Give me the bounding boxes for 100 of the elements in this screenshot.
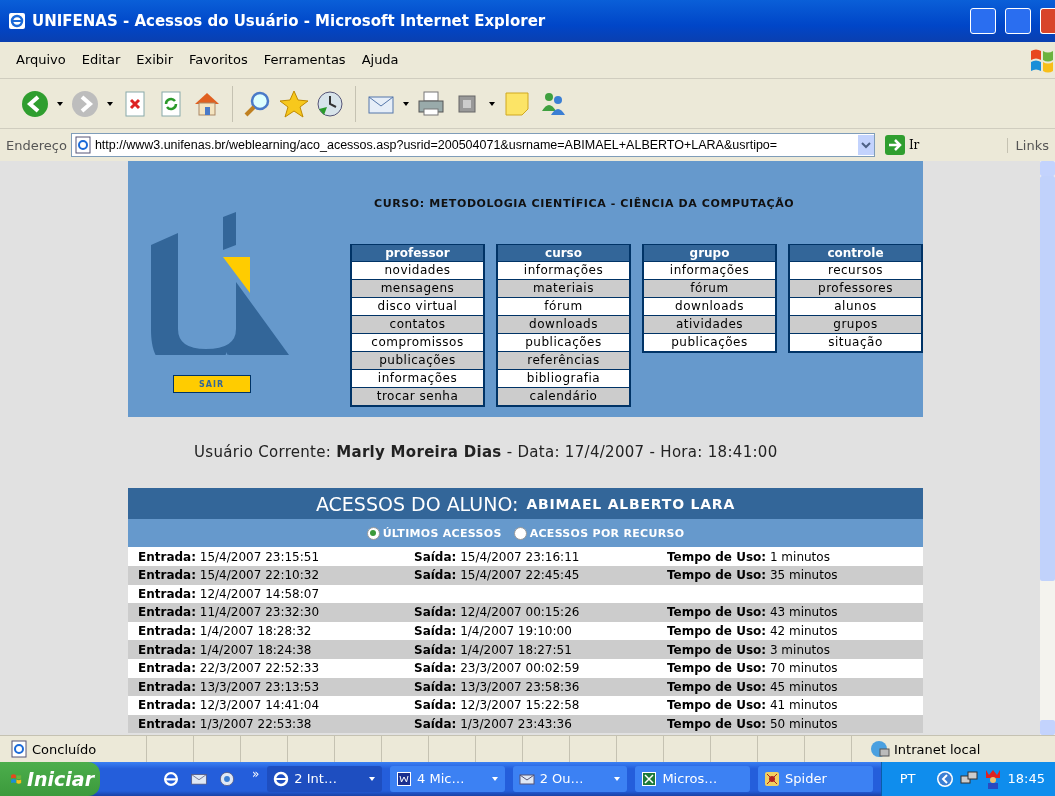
menu-link[interactable]: professores xyxy=(790,280,921,298)
menu-link[interactable]: informações xyxy=(498,262,629,280)
taskbar-button[interactable]: Micros… xyxy=(635,766,751,792)
more-button[interactable]: » xyxy=(252,767,260,781)
caret-icon[interactable] xyxy=(56,100,64,107)
exit-button[interactable]: SAIR xyxy=(172,375,251,394)
menu-link[interactable]: contatos xyxy=(352,316,483,334)
menu-item[interactable]: Favoritos xyxy=(181,52,256,68)
menu-link[interactable]: fórum xyxy=(498,298,629,316)
menu-link[interactable]: bibliografia xyxy=(498,370,629,388)
menu-item[interactable]: Ajuda xyxy=(353,52,407,68)
menu-link[interactable]: trocar senha xyxy=(352,388,483,406)
table-cell-text: Tempo de Uso: 3 minutos xyxy=(667,642,831,657)
scrollbar[interactable] xyxy=(1040,161,1055,736)
address-label: Endereço xyxy=(6,137,67,153)
caret-icon[interactable] xyxy=(106,100,114,107)
menu-link[interactable]: referências xyxy=(498,352,629,370)
table-cell-text: Entrada: 15/4/2007 23:15:51 xyxy=(138,549,321,564)
student-name: ABIMAEL ALBERTO LARA xyxy=(526,495,736,512)
word-icon xyxy=(396,771,413,787)
table-cell-text: Tempo de Uso: 50 minutos xyxy=(667,717,839,731)
status-text: Concluído xyxy=(32,741,97,757)
menu-link[interactable]: informações xyxy=(644,262,775,280)
browser-icon xyxy=(273,771,290,787)
menu-link[interactable]: atividades xyxy=(644,316,775,334)
table-cell-text: Entrada: 1/4/2007 18:28:32 xyxy=(138,624,313,639)
table-cell-text: Saída: 1/3/2007 23:43:36 xyxy=(414,717,573,731)
caret-icon[interactable] xyxy=(402,100,410,107)
menu-link[interactable]: publicações xyxy=(352,352,483,370)
table-cell-text: Entrada: 1/4/2007 18:24:38 xyxy=(138,642,313,657)
menu-link[interactable]: situação xyxy=(790,334,921,352)
menu-link[interactable]: calendário xyxy=(498,388,629,406)
table-cell-text: Entrada: 15/4/2007 22:10:32 xyxy=(138,568,321,583)
table-cell-text: Tempo de Uso: 70 minutos xyxy=(667,661,839,676)
table-cell-text: Saída: 1/4/2007 18:27:51 xyxy=(414,642,573,657)
address-field[interactable]: http://www3.unifenas.br/weblearning/aco_acessos.asp?usrid=200504071&usrname=ABIMAEL+ALBERTO+LARA&usrtipo= xyxy=(70,133,875,158)
table-cell-text: Saída: 15/4/2007 23:16:11 xyxy=(414,549,581,564)
back-icon[interactable] xyxy=(20,88,50,119)
table-cell-text: Tempo de Uso: 35 minutos xyxy=(667,568,839,583)
clock: 18:45 xyxy=(1007,771,1046,787)
menu-item[interactable]: Ferramentas xyxy=(255,52,354,68)
browser-icon xyxy=(8,11,26,30)
table-cell-text: Tempo de Uso: 45 minutos xyxy=(667,679,839,694)
close-button[interactable] xyxy=(1040,7,1055,34)
table-cell-text: Saída: 23/3/2007 00:02:59 xyxy=(414,661,581,676)
menu-link[interactable]: alunos xyxy=(790,298,921,316)
caret-icon[interactable] xyxy=(488,100,496,107)
menu-link[interactable]: mensagens xyxy=(352,280,483,298)
menu-link[interactable]: downloads xyxy=(498,316,629,334)
taskbar-button[interactable]: 4 Mic… xyxy=(390,766,505,792)
star-icon[interactable] xyxy=(279,88,309,119)
menu-link[interactable]: grupos xyxy=(790,316,921,334)
menu-item[interactable]: Exibir xyxy=(128,52,181,68)
taskbar-button[interactable]: 2 Int… xyxy=(267,766,383,792)
menu-item[interactable]: Editar xyxy=(73,52,129,68)
spider-icon xyxy=(764,771,781,787)
excel-icon xyxy=(641,771,658,787)
minimize-button[interactable] xyxy=(970,7,996,34)
table-cell-text: Entrada: 22/3/2007 22:52:33 xyxy=(138,661,321,676)
table-cell-text: Tempo de Uso: 41 minutos xyxy=(667,698,839,713)
links-button[interactable]: Links xyxy=(1006,137,1055,153)
caret-icon[interactable] xyxy=(368,776,377,782)
menu-header: professor xyxy=(352,245,483,262)
table-cell-text: Entrada: 12/4/2007 14:58:07 xyxy=(138,586,321,601)
menu-link[interactable]: fórum xyxy=(644,280,775,298)
table-cell-text: Entrada: 11/4/2007 23:32:30 xyxy=(138,605,321,620)
table-cell-text: Entrada: 12/3/2007 14:41:04 xyxy=(138,698,321,713)
table-cell-text: Saída: 12/4/2007 00:15:26 xyxy=(414,605,581,620)
menu-link[interactable]: informações xyxy=(352,370,483,388)
taskbar-button[interactable]: 2 Ou… xyxy=(512,766,628,792)
page-icon xyxy=(73,136,92,155)
menu-link[interactable]: novidades xyxy=(352,262,483,280)
table-cell-text: Tempo de Uso: 42 minutos xyxy=(667,624,839,639)
printer-icon[interactable] xyxy=(416,88,446,119)
menu-header: grupo xyxy=(644,245,775,262)
course-title: CURSO: METODOLOGIA CIENTÍFICA - CIÊNCIA DA COMPUTAÇÃO xyxy=(374,197,796,211)
menu-link[interactable]: disco virtual xyxy=(352,298,483,316)
menu-link[interactable]: materiais xyxy=(498,280,629,298)
menu-link[interactable]: publicações xyxy=(644,334,775,352)
taskbar-button[interactable]: Spider xyxy=(758,766,873,792)
menu-header: curso xyxy=(498,245,629,262)
menu-link[interactable]: compromissos xyxy=(352,334,483,352)
menu-link[interactable]: publicações xyxy=(498,334,629,352)
table-cell-text: Saída: 13/3/2007 23:58:36 xyxy=(414,679,581,694)
menu-link[interactable]: downloads xyxy=(644,298,775,316)
window-title: UNIFENAS - Acessos do Usuário - Microsoft Internet Explorer xyxy=(32,11,547,30)
table-cell-text: Entrada: 13/3/2007 23:13:53 xyxy=(138,679,321,694)
section-title: ACESSOS DO ALUNO: xyxy=(315,492,519,515)
menu-link[interactable]: recursos xyxy=(790,262,921,280)
figure-icon[interactable] xyxy=(983,769,1002,789)
table-cell-text: Tempo de Uso: 43 minutos xyxy=(667,605,839,620)
menu-header: controle xyxy=(790,245,921,262)
table-cell-text: Tempo de Uso: 1 minutos xyxy=(667,549,831,564)
page-icon xyxy=(10,740,28,759)
history-icon[interactable] xyxy=(315,88,345,119)
maximize-button[interactable] xyxy=(1005,7,1031,34)
arrow-icon[interactable] xyxy=(935,770,954,788)
zone-text: Intranet local xyxy=(894,741,981,757)
table-cell-text: Saída: 1/4/2007 19:10:00 xyxy=(414,624,573,639)
menu-item[interactable]: Arquivo xyxy=(8,52,74,68)
